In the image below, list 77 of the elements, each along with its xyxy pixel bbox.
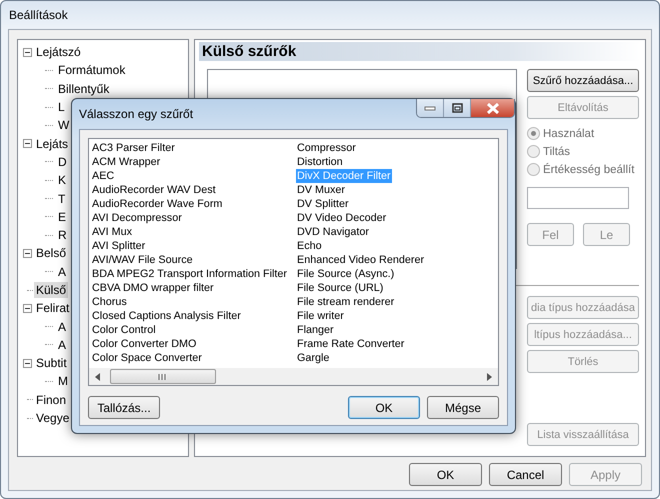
collapse-icon[interactable] xyxy=(23,304,32,313)
horizontal-scrollbar[interactable] xyxy=(89,368,498,385)
tree-item[interactable]: Billentyűk xyxy=(56,80,112,97)
collapse-icon[interactable] xyxy=(23,248,32,258)
radio-label: Tiltás xyxy=(543,146,570,158)
collapse-icon[interactable] xyxy=(23,358,32,368)
tree-item[interactable]: R xyxy=(56,227,69,244)
tree-item[interactable]: M xyxy=(56,373,70,390)
tree-item[interactable]: A xyxy=(56,318,68,335)
grip-icon xyxy=(158,374,168,380)
list-item[interactable]: File stream renderer xyxy=(296,295,396,309)
list-item[interactable]: DV Video Decoder xyxy=(296,211,388,225)
tree-item[interactable]: Belső xyxy=(34,245,68,262)
tree-item[interactable]: Subtit xyxy=(34,355,69,372)
list-item[interactable]: BDA MPEG2 Transport Information Filter xyxy=(91,267,288,281)
list-item[interactable]: Color Control xyxy=(91,323,157,337)
filter-listbox[interactable] xyxy=(88,138,499,386)
dialog-title: Válasszon egy szűrőt xyxy=(79,107,194,121)
scroll-right-icon[interactable] xyxy=(486,372,492,380)
tree-item[interactable]: A xyxy=(56,336,68,353)
list-item[interactable]: DV Muxer xyxy=(296,183,346,197)
radio-label: Használat xyxy=(543,128,594,140)
list-item[interactable]: Distortion xyxy=(296,155,344,169)
tree-item[interactable]: E xyxy=(56,208,68,225)
list-item[interactable]: ACM Wrapper xyxy=(91,155,162,169)
tree-item[interactable]: Vegye xyxy=(34,410,72,426)
dialog-button[interactable]: Tallózás... xyxy=(88,396,160,419)
list-item[interactable]: Flanger xyxy=(296,323,335,337)
footer-button[interactable]: OK xyxy=(409,463,482,486)
tree-item[interactable]: Formátumok xyxy=(56,62,128,78)
tree-item[interactable]: A xyxy=(56,264,68,280)
list-item[interactable]: AudioRecorder WAV Dest xyxy=(91,183,217,197)
list-item[interactable]: File writer xyxy=(296,309,345,323)
radio-label: Értékesség beállít xyxy=(543,164,634,176)
list-item[interactable]: AVI Splitter xyxy=(91,239,146,253)
tree-item[interactable]: Lejáts xyxy=(34,136,70,152)
list-item[interactable]: AudioRecorder Wave Form xyxy=(91,197,224,211)
list-item[interactable]: DVD Navigator xyxy=(296,225,370,239)
tree-item[interactable]: L xyxy=(56,99,67,116)
tree-item[interactable]: K xyxy=(56,172,68,188)
minimize-icon[interactable] xyxy=(417,99,444,117)
dialog-button[interactable]: Mégse xyxy=(427,396,499,419)
list-item[interactable]: Echo xyxy=(296,239,323,253)
list-item[interactable]: Closed Captions Analysis Filter xyxy=(91,309,242,323)
dialog-button[interactable]: OK xyxy=(348,396,420,419)
list-item[interactable]: AVI Mux xyxy=(91,225,133,239)
tree-item[interactable]: T xyxy=(56,190,68,207)
list-item[interactable]: Enhanced Video Renderer xyxy=(296,253,426,267)
input-field[interactable] xyxy=(527,187,629,209)
collapse-icon[interactable] xyxy=(23,48,32,57)
tree-item[interactable]: Felirat xyxy=(34,300,72,316)
tree-item[interactable]: W xyxy=(56,117,72,134)
list-item[interactable]: File Source (URL) xyxy=(296,281,384,295)
list-item[interactable]: Compressor xyxy=(296,141,357,155)
window-title: Beállítások xyxy=(9,8,68,22)
tree-item[interactable]: Külső xyxy=(34,282,68,298)
list-item[interactable]: CBVA DMO wrapper filter xyxy=(91,281,215,295)
list-item[interactable]: AVI Decompressor xyxy=(91,211,183,225)
list-item[interactable]: Gargle xyxy=(296,351,330,365)
tree-item[interactable]: D xyxy=(56,154,69,170)
list-item[interactable]: File Source (Async.) xyxy=(296,267,396,281)
list-item[interactable]: Color Space Converter xyxy=(91,351,203,365)
list-item[interactable]: AEC xyxy=(91,169,116,183)
side-button[interactable]: Szűrő hozzáadása... xyxy=(527,69,639,92)
footer-button[interactable]: Cancel xyxy=(489,463,562,486)
scroll-left-icon[interactable] xyxy=(95,372,101,380)
tree-item[interactable]: Finon xyxy=(34,392,68,408)
list-item[interactable]: Chorus xyxy=(91,295,128,309)
list-item[interactable]: Frame Rate Converter xyxy=(296,337,406,351)
list-item[interactable]: AVI/WAV File Source xyxy=(91,253,194,267)
close-icon[interactable] xyxy=(471,99,514,117)
collapse-icon[interactable] xyxy=(23,139,32,148)
maximize-icon[interactable] xyxy=(444,99,471,117)
list-item[interactable]: Color Converter DMO xyxy=(91,337,198,351)
list-item[interactable]: DV Splitter xyxy=(296,197,350,211)
tree-item[interactable]: Lejátszó xyxy=(34,44,83,60)
list-item[interactable]: AC3 Parser Filter xyxy=(91,141,176,155)
